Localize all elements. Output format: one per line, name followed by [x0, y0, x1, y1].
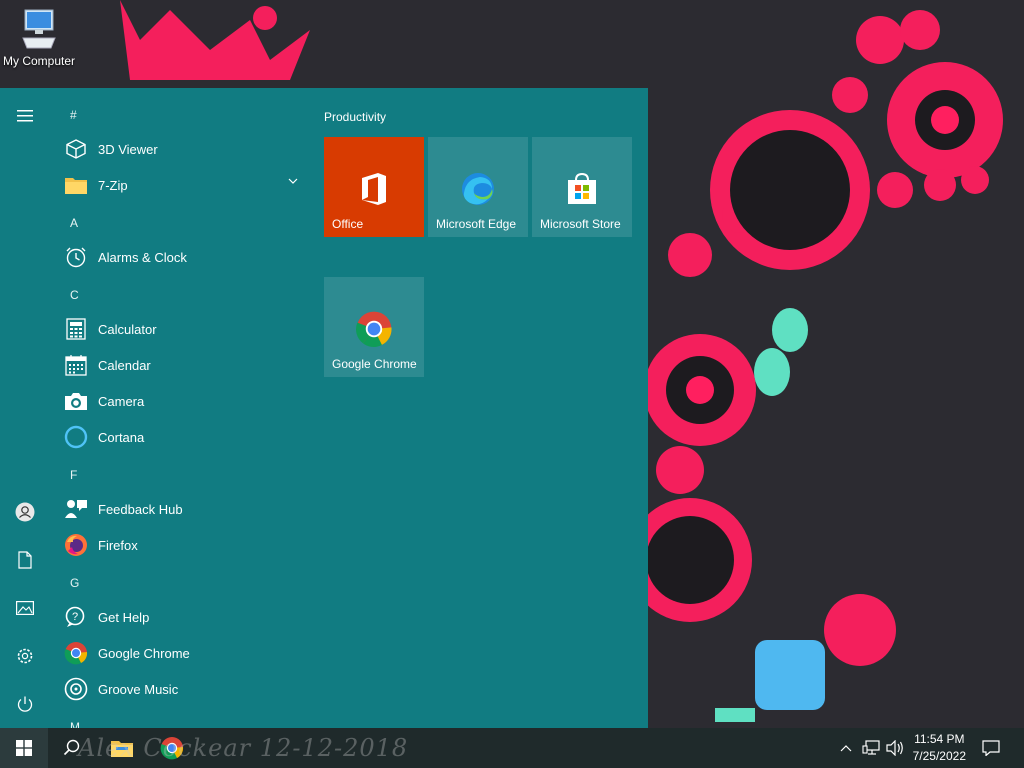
svg-text:?: ? — [72, 611, 78, 623]
power-icon[interactable] — [10, 689, 40, 719]
tile-area: Productivity Office Microsoft Edge Micro… — [310, 88, 648, 728]
computer-icon — [22, 9, 56, 49]
app-label: 7-Zip — [98, 177, 128, 193]
taskbar-clock[interactable]: 11:54 PM 7/25/2022 — [913, 731, 966, 765]
app-label: Google Chrome — [98, 645, 190, 661]
app-camera[interactable]: Camera — [60, 384, 308, 418]
app-firefox[interactable]: Firefox — [60, 528, 308, 562]
start-button[interactable] — [0, 728, 48, 768]
document-icon[interactable] — [10, 545, 40, 575]
network-icon[interactable] — [861, 738, 881, 758]
edge-icon — [458, 169, 498, 209]
app-groove-music[interactable]: Groove Music — [60, 672, 308, 706]
desktop-icon-label: My Computer — [2, 54, 76, 68]
list-header[interactable]: G — [70, 576, 79, 590]
start-rail — [0, 88, 50, 728]
app-google-chrome[interactable]: Google Chrome — [60, 636, 308, 670]
clock-time: 11:54 PM — [914, 732, 965, 746]
start-menu: # 3D Viewer 7-Zip A Alarms & Clock C Cal… — [0, 88, 648, 728]
chrome-icon — [354, 309, 394, 349]
desktop-icon-my-computer[interactable]: My Computer — [0, 8, 78, 68]
action-center-button[interactable] — [976, 728, 1006, 768]
chevron-down-icon[interactable] — [288, 178, 298, 184]
app-label: Groove Music — [98, 681, 179, 697]
app-list: # 3D Viewer 7-Zip A Alarms & Clock C Cal… — [50, 88, 310, 728]
store-icon — [562, 169, 602, 209]
app-label: Camera — [98, 393, 145, 409]
app-3d-viewer[interactable]: 3D Viewer — [60, 132, 308, 166]
tile-group-title[interactable]: Productivity — [324, 110, 386, 124]
tile-microsoft-edge[interactable]: Microsoft Edge — [428, 137, 528, 237]
clock-icon — [62, 243, 90, 271]
app-label: Alarms & Clock — [98, 249, 187, 265]
artist-signature: Alex Cockear 12-12-2018 — [78, 734, 409, 762]
tile-label: Microsoft Store — [540, 217, 621, 231]
tile-google-chrome[interactable]: Google Chrome — [324, 277, 424, 377]
cube-icon — [62, 135, 90, 163]
tile-microsoft-store[interactable]: Microsoft Store — [532, 137, 632, 237]
feedback-icon — [62, 495, 90, 523]
hamburger-icon[interactable] — [10, 101, 40, 131]
windows-start-icon — [16, 740, 32, 756]
pictures-icon[interactable] — [10, 593, 40, 623]
app-label: Cortana — [98, 429, 145, 445]
camera-icon — [62, 387, 90, 415]
settings-icon[interactable] — [10, 641, 40, 671]
user-icon[interactable] — [10, 497, 40, 527]
chevron-up-icon[interactable] — [836, 738, 856, 758]
app-feedback-hub[interactable]: Feedback Hub — [60, 492, 308, 526]
office-icon — [354, 169, 394, 209]
app-calculator[interactable]: Calculator — [60, 312, 308, 346]
help-icon: ? — [62, 603, 90, 631]
folder-icon — [62, 171, 90, 199]
tile-label: Google Chrome — [332, 357, 417, 371]
app-label: 3D Viewer — [98, 141, 158, 157]
app-7-zip[interactable]: 7-Zip — [60, 168, 308, 202]
app-label: Feedback Hub — [98, 501, 183, 517]
app-get-help[interactable]: ? Get Help — [60, 600, 308, 634]
firefox-icon — [62, 531, 90, 559]
app-label: Firefox — [98, 537, 138, 553]
list-header[interactable]: F — [70, 468, 77, 482]
app-calendar[interactable]: Calendar — [60, 348, 308, 382]
app-label: Get Help — [98, 609, 150, 625]
chrome-icon — [62, 639, 90, 667]
app-cortana[interactable]: Cortana — [60, 420, 308, 454]
list-header[interactable]: M — [70, 720, 80, 728]
list-header[interactable]: C — [70, 288, 79, 302]
app-label: Calculator — [98, 321, 157, 337]
cortana-icon — [62, 423, 90, 451]
groove-icon — [62, 675, 90, 703]
volume-icon[interactable] — [885, 738, 905, 758]
notification-icon — [982, 740, 1000, 756]
app-label: Calendar — [98, 357, 151, 373]
list-header[interactable]: A — [70, 216, 78, 230]
list-header[interactable]: # — [70, 108, 77, 122]
app-alarms-clock[interactable]: Alarms & Clock — [60, 240, 308, 274]
tile-label: Office — [332, 217, 364, 231]
calculator-icon — [62, 315, 90, 343]
calendar-icon — [62, 351, 90, 379]
clock-date: 7/25/2022 — [912, 749, 966, 763]
tile-label: Microsoft Edge — [436, 217, 517, 231]
tile-office[interactable]: Office — [324, 137, 424, 237]
